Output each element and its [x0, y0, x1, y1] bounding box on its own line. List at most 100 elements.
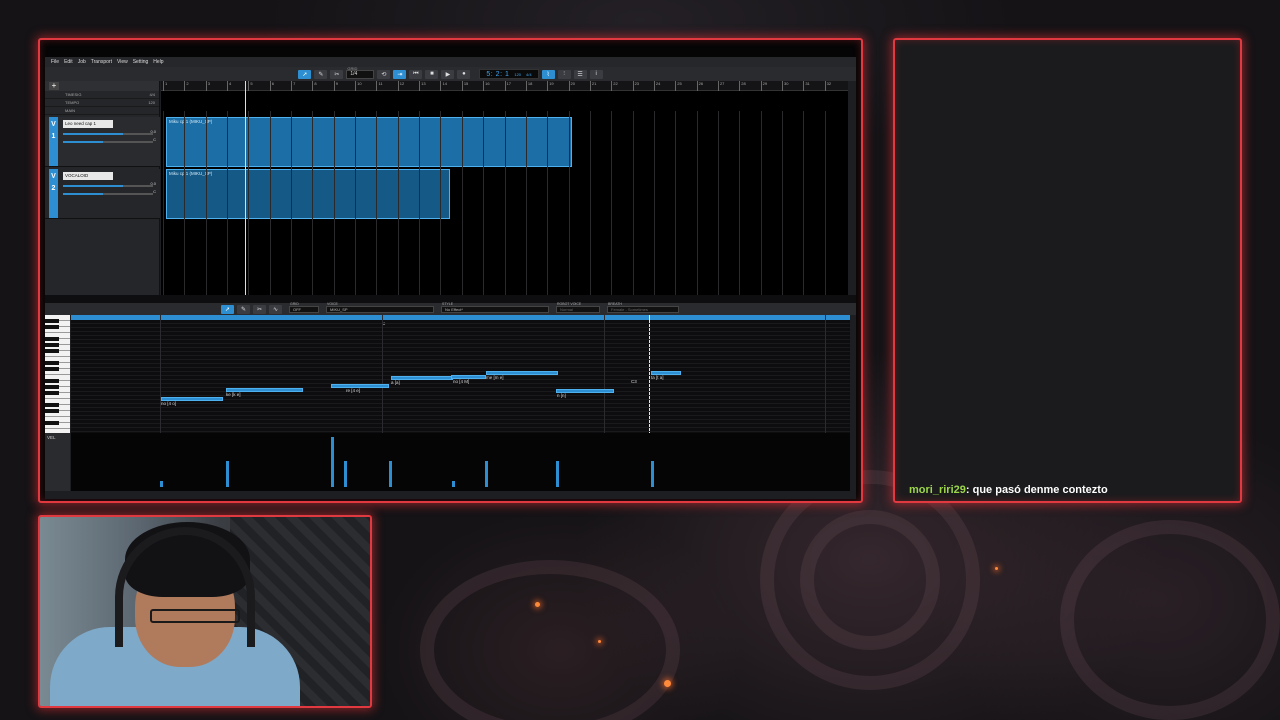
volume-slider[interactable]	[63, 133, 153, 135]
pan-slider[interactable]	[63, 141, 153, 143]
grid-select[interactable]: GRID 1/4	[346, 66, 375, 79]
bar-line	[589, 111, 591, 295]
velocity-bar[interactable]	[485, 461, 488, 487]
pointer-tool-icon[interactable]: ➚	[298, 69, 312, 79]
volume-value: 0.0	[150, 181, 156, 186]
piano-black-key[interactable]	[45, 409, 59, 413]
velocity-bar[interactable]	[331, 437, 334, 487]
menu-file[interactable]: File	[51, 59, 59, 65]
piano-black-key[interactable]	[45, 379, 59, 383]
add-track-button[interactable]: +	[49, 82, 59, 90]
vocal-note[interactable]	[391, 376, 453, 380]
ruler-tick: 26	[696, 81, 703, 91]
velocity-bar[interactable]	[452, 481, 455, 487]
note-lyric-label: no [4 o]	[161, 401, 177, 406]
arrangement-area: + TIMESIG 4/4 TEMPO 120 MAIN V1 Leo need c…	[45, 81, 856, 295]
ruler-tick: 21	[589, 81, 596, 91]
automation-icon[interactable]: ⌇	[541, 69, 555, 79]
note-grid[interactable]: 8 no [4 o]ke [k e]re [4 e]a [a]no [4 M]m…	[71, 315, 850, 433]
ruler-tick: 16	[483, 81, 490, 91]
roll-bar-line	[382, 315, 383, 433]
voice-select[interactable]: VOICE MIKU_SP	[326, 302, 434, 313]
track-name-field[interactable]: Leo need cap 1	[63, 120, 113, 128]
arrangement-playhead[interactable]	[245, 81, 246, 295]
roll-row	[71, 431, 850, 432]
snap-icon[interactable]: ⇥	[393, 69, 407, 79]
style-select[interactable]: STYLE No Effect*	[441, 302, 549, 313]
editor-vibrato-icon[interactable]: ∿	[269, 304, 282, 314]
ember-particle	[995, 567, 998, 570]
pencil-tool-icon[interactable]: ✎	[314, 69, 328, 79]
note-lyric-label: n [n]	[557, 393, 566, 398]
mixer-icon[interactable]: ⫶	[557, 69, 571, 79]
ruler-tick: 17	[504, 81, 511, 91]
roll-row	[71, 343, 850, 344]
piano-black-key[interactable]	[45, 343, 59, 347]
list-icon[interactable]: ☰	[573, 69, 587, 79]
velocity-bar[interactable]	[651, 461, 654, 487]
editor-pencil-icon[interactable]: ✎	[237, 304, 250, 314]
breath-select[interactable]: BREATH Female - Sometimes	[607, 302, 679, 313]
bar-line	[781, 111, 783, 295]
piano-black-key[interactable]	[45, 421, 59, 425]
ruler-tick: 23	[632, 81, 639, 91]
arrangement-lane[interactable]: 1 2 3 4 5 6 7 8 9 10 11 12 13 14 15 16 17 18 19 20 21 22 23 24 2…	[161, 81, 848, 295]
piano-black-key[interactable]	[45, 349, 59, 353]
menu-setting[interactable]: Setting	[133, 59, 149, 65]
scissors-tool-icon[interactable]: ✂	[330, 69, 344, 79]
piano-black-key[interactable]	[45, 391, 59, 395]
play-icon[interactable]: ▶	[441, 69, 455, 79]
track-2[interactable]: V2 VOCALOID 0.0 C	[45, 169, 160, 219]
piano-black-key[interactable]	[45, 337, 59, 341]
piano-black-key[interactable]	[45, 319, 59, 323]
vocal-part-track-2[interactable]: Miku cp 1 (MIKU_SP)	[166, 169, 450, 219]
piano-black-key[interactable]	[45, 361, 59, 365]
roll-row	[71, 387, 850, 388]
roll-row	[71, 355, 850, 356]
record-icon[interactable]: ●	[457, 69, 471, 79]
menu-view[interactable]: View	[117, 59, 128, 65]
robot-voice-select[interactable]: ROBOT VOICE Normal	[556, 302, 600, 313]
ruler-tick: 25	[675, 81, 682, 91]
roll-header-bar	[71, 315, 850, 320]
roll-row	[71, 411, 850, 412]
menu-edit[interactable]: Edit	[64, 59, 73, 65]
pan-value: C	[153, 137, 156, 142]
loop-icon[interactable]: ⟲	[377, 69, 391, 79]
ruler-tick: 20	[568, 81, 575, 91]
ruler-tick: 29	[760, 81, 767, 91]
velocity-bar[interactable]	[389, 461, 392, 487]
info-icon[interactable]: i	[589, 69, 603, 79]
menu-job[interactable]: Job	[78, 59, 86, 65]
velocity-bar[interactable]	[556, 461, 559, 487]
timeline-ruler[interactable]: 1 2 3 4 5 6 7 8 9 10 11 12 13 14 15 16 17 18 19 20 21 22 23 24 2…	[161, 81, 848, 91]
piano-black-key[interactable]	[45, 367, 59, 371]
velocity-bar[interactable]	[226, 461, 229, 487]
menu-transport[interactable]: Transport	[91, 59, 112, 65]
velocity-header[interactable]: VEL	[45, 433, 70, 491]
track-name-field[interactable]: VOCALOID	[63, 172, 113, 180]
note-lyric-label: no [4 M]	[453, 379, 470, 384]
roll-row	[71, 403, 850, 404]
velocity-bar[interactable]	[344, 461, 347, 487]
piano-black-key[interactable]	[45, 325, 59, 329]
pan-slider[interactable]	[63, 193, 153, 195]
volume-slider[interactable]	[63, 185, 153, 187]
bar-line	[397, 111, 399, 295]
track-1[interactable]: V1 Leo need cap 1 0.0 C	[45, 117, 160, 167]
velocity-bar[interactable]	[160, 481, 163, 487]
piano-black-key[interactable]	[45, 385, 59, 389]
piano-black-key[interactable]	[45, 403, 59, 407]
velocity-pane[interactable]	[71, 433, 850, 491]
roll-row	[71, 323, 850, 324]
stop-icon[interactable]: ■	[425, 69, 439, 79]
menu-help[interactable]: Help	[153, 59, 163, 65]
rewind-icon[interactable]: ⏮	[409, 69, 423, 79]
track-number: 2	[51, 185, 56, 192]
bar-line	[291, 111, 293, 295]
editor-grid-select[interactable]: GRID OFF	[289, 302, 319, 313]
editor-scissors-icon[interactable]: ✂	[253, 304, 266, 314]
piano-keyboard[interactable]	[45, 315, 70, 435]
note-lyric-label: a [a]	[391, 380, 400, 385]
editor-pointer-icon[interactable]: ➚	[221, 304, 234, 314]
